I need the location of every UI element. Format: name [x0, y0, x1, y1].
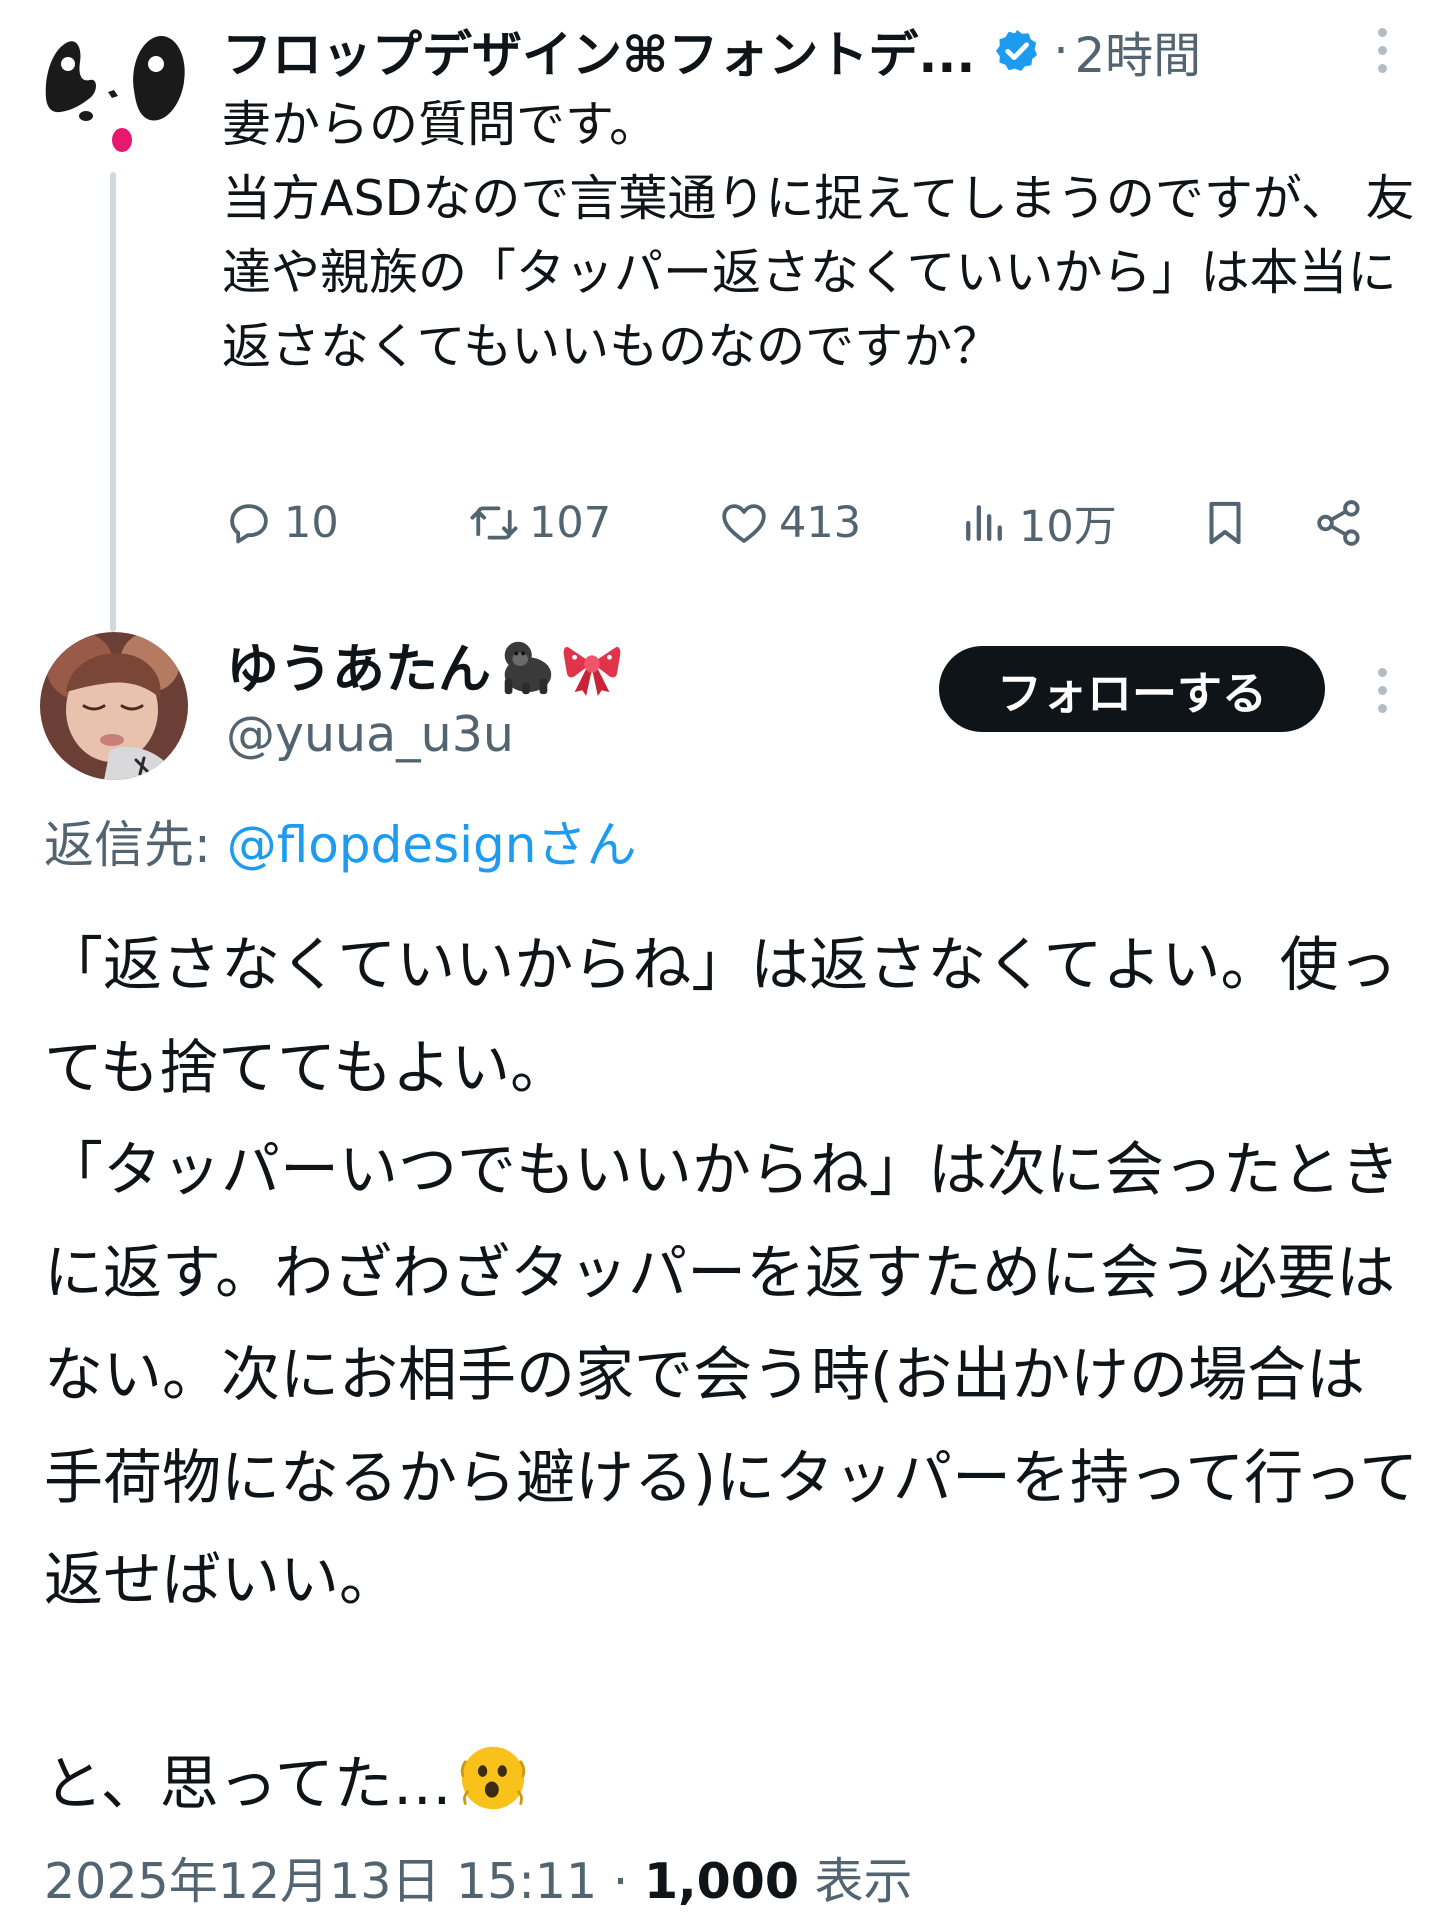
- more-dot-icon: [1377, 27, 1387, 37]
- panda-face-logo-icon: [45, 35, 185, 152]
- parent-time-separator: ·: [1053, 23, 1069, 79]
- like-button[interactable]: 413: [717, 488, 861, 558]
- ribbon-emoji: [563, 647, 621, 696]
- more-dot-icon: [1377, 63, 1387, 73]
- reply-button[interactable]: 10: [222, 488, 339, 558]
- retweet-count: 107: [529, 498, 612, 548]
- view-count: 10万: [1019, 502, 1117, 552]
- astonished-face-emoji: [460, 1746, 525, 1810]
- reply-handle[interactable]: @yuua_u3u: [226, 706, 514, 763]
- parent-tweet-time[interactable]: 2時間: [1075, 16, 1202, 86]
- like-icon: [722, 504, 766, 543]
- verified-badge-icon: [996, 30, 1038, 71]
- reply-name-row: ゆうあたん: [226, 625, 623, 705]
- like-count: 413: [779, 498, 862, 548]
- tweet-date[interactable]: 2025年12月13日 15:11: [44, 1853, 597, 1910]
- tweet-meta: 2025年12月13日 15:11 · 1,000 表示: [44, 1842, 913, 1913]
- share-button[interactable]: [1312, 488, 1374, 558]
- bookmark-icon: [1209, 501, 1241, 545]
- retweet-icon: [470, 506, 518, 540]
- replying-to-label: 返信先:: [44, 816, 227, 874]
- more-dot-icon: [1377, 703, 1387, 713]
- user-photo-avatar: [40, 632, 188, 780]
- reply-display-name[interactable]: ゆうあたん: [226, 627, 491, 703]
- bookmark-button[interactable]: [1198, 488, 1260, 558]
- meta-separator: ·: [597, 1853, 644, 1910]
- reply-count: 10: [284, 498, 339, 548]
- reply-tail-text: と、思ってた…: [44, 1748, 452, 1818]
- thread-connector-line: [110, 172, 116, 632]
- tweet-view-label: 表示: [798, 1853, 913, 1910]
- reply-tweet-tail: と、思ってた…: [44, 1728, 530, 1828]
- parent-more-options-button[interactable]: [1362, 20, 1402, 80]
- reply-avatar[interactable]: [40, 632, 188, 780]
- parent-tweet-text: 妻からの質問です。 当方ASDなので言葉通りに捉えてしまうのですが、 友達や親族…: [222, 96, 1415, 375]
- parent-avatar[interactable]: [38, 20, 190, 172]
- replying-to: 返信先: @flopdesignさん: [44, 805, 636, 877]
- more-dot-icon: [1377, 685, 1387, 695]
- replying-to-link[interactable]: @flopdesignさん: [227, 816, 637, 874]
- more-dot-icon: [1377, 667, 1387, 677]
- gorilla-emoji: [504, 641, 552, 695]
- follow-button[interactable]: フォローする: [939, 646, 1325, 732]
- views-button[interactable]: 10万: [957, 488, 1117, 558]
- views-icon: [966, 505, 1002, 541]
- reply-more-options-button[interactable]: [1362, 660, 1402, 720]
- reply-tweet-text: 「返さなくていいからね」は返さなくてよい。使っても捨ててもよい。 「タッパーいつ…: [44, 930, 1419, 1614]
- more-dot-icon: [1377, 45, 1387, 55]
- retweet-button[interactable]: 107: [467, 488, 611, 558]
- reply-icon: [230, 504, 268, 544]
- parent-tweet-header: フロップデザイン⌘フォントデ... · 2時間: [222, 14, 1412, 88]
- share-icon: [1317, 500, 1360, 546]
- parent-display-name[interactable]: フロップデザイン⌘フォントデ...: [222, 15, 975, 87]
- tweet-view-count: 1,000: [643, 1853, 799, 1910]
- parent-action-bar: 10 107 413 10万: [222, 488, 1382, 558]
